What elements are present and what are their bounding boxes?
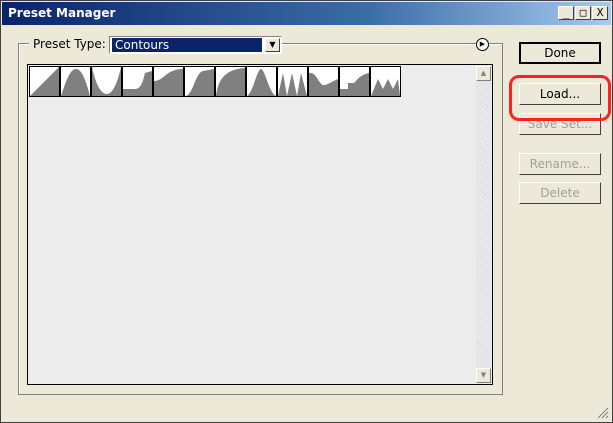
contour-ring-icon[interactable] [277,66,308,97]
contour-gaussian-icon[interactable] [184,66,215,97]
panel-menu-icon[interactable]: ▶ [476,38,489,51]
scroll-down-icon[interactable]: ▼ [476,368,491,383]
close-button[interactable]: X [592,6,608,20]
done-button[interactable]: Done [519,42,601,64]
contour-cove-shallow-icon[interactable] [153,66,184,97]
preset-manager-window: Preset Manager _ □ X Preset Type: Contou… [0,0,613,423]
load-highlight-annotation [509,75,611,121]
preset-type-select[interactable]: Contours ▼ [109,36,282,54]
contour-rounded-steps-icon[interactable] [370,66,401,97]
contour-rolling-slope-icon[interactable] [339,66,370,97]
contour-cone-icon[interactable] [60,66,91,97]
resize-grip-icon[interactable] [596,406,609,419]
title-bar[interactable]: Preset Manager _ □ X [2,2,611,25]
scroll-up-icon[interactable]: ▲ [476,66,491,81]
contour-ring-double-icon[interactable] [308,66,339,97]
window-title: Preset Manager [8,6,116,20]
preset-type-label: Preset Type: [29,37,110,51]
contour-cone-inverted-icon[interactable] [91,66,122,97]
contour-cove-deep-icon[interactable] [122,66,153,97]
rename-button[interactable]: Rename... [519,153,601,175]
minimize-button[interactable]: _ [558,6,574,20]
preset-list[interactable]: ▲ ▼ [27,64,493,385]
chevron-down-icon[interactable]: ▼ [265,38,280,52]
contour-half-round-icon[interactable] [215,66,246,97]
preset-type-value: Contours [112,38,262,52]
contour-thumbnails [29,66,401,97]
contour-peak-icon[interactable] [246,66,277,97]
delete-button[interactable]: Delete [519,182,601,204]
maximize-button[interactable]: □ [575,6,591,20]
list-scrollbar[interactable]: ▲ ▼ [476,66,491,383]
group-divider [293,43,472,44]
contour-linear-icon[interactable] [29,66,60,97]
